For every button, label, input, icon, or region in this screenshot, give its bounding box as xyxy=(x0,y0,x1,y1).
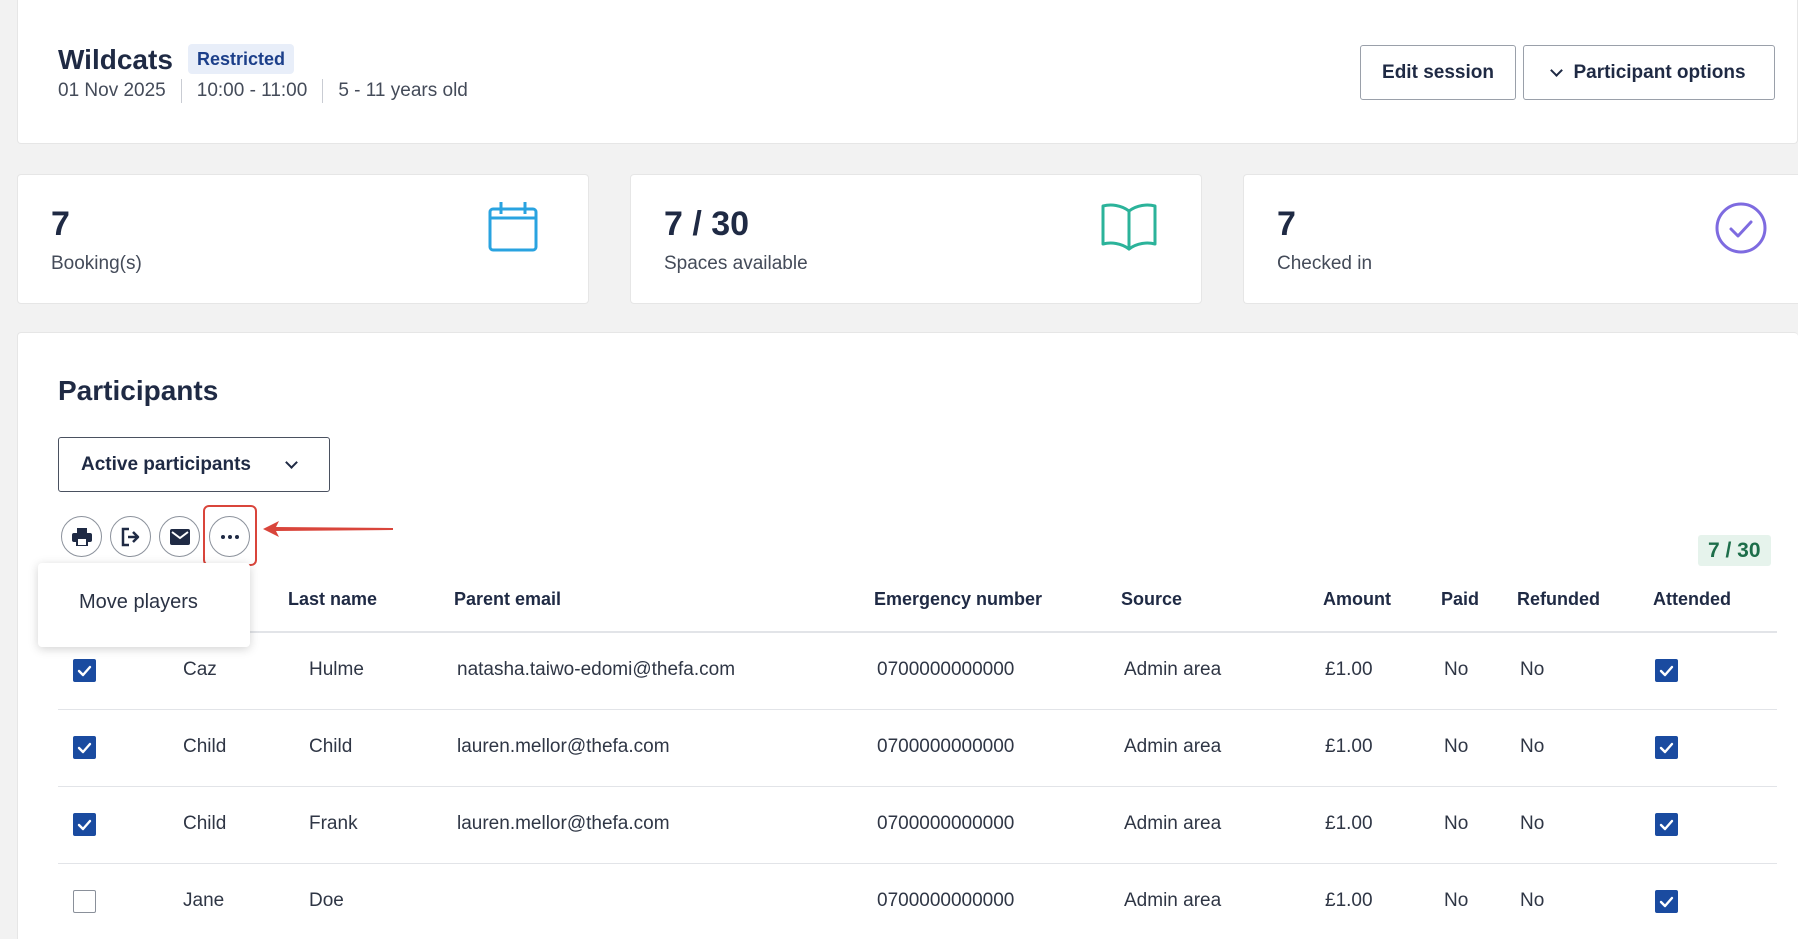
column-header-paid[interactable]: Paid xyxy=(1441,589,1479,610)
participant-options-label: Participant options xyxy=(1573,61,1746,83)
column-header-refunded[interactable]: Refunded xyxy=(1517,589,1600,610)
last-name-cell: Hulme xyxy=(309,659,364,680)
refunded-cell: No xyxy=(1520,659,1545,680)
amount-cell: £1.00 xyxy=(1325,890,1373,911)
email-icon xyxy=(169,528,190,545)
checkmark-icon xyxy=(1659,742,1674,753)
column-header-attended[interactable]: Attended xyxy=(1653,589,1731,610)
participant-filter-select[interactable]: Active participants xyxy=(58,437,330,492)
more-options-menu: Move players xyxy=(38,563,250,647)
export-icon xyxy=(121,527,139,546)
first-name-cell: Child xyxy=(183,813,227,834)
refunded-cell: No xyxy=(1520,813,1545,834)
last-name-cell: Frank xyxy=(309,813,358,834)
first-name-cell: Jane xyxy=(183,890,225,911)
participants-title: Participants xyxy=(58,375,219,406)
session-title: Wildcats xyxy=(58,44,173,75)
source-cell: Admin area xyxy=(1124,813,1222,834)
participant-options-button[interactable]: Participant options xyxy=(1523,45,1775,100)
chevron-down-icon xyxy=(285,455,298,469)
session-time: 10:00 - 11:00 xyxy=(180,79,323,103)
column-header-last-name[interactable]: Last name xyxy=(288,589,377,610)
bookings-label: Booking(s) xyxy=(51,253,142,274)
paid-cell: No xyxy=(1444,890,1469,911)
table-row: Child Child lauren.mellor@thefa.com 0700000… xyxy=(58,710,1777,787)
paid-cell: No xyxy=(1444,813,1469,834)
session-date: 01 Nov 2025 xyxy=(58,80,166,101)
participant-filter-value: Active participants xyxy=(81,453,251,475)
first-name-cell: Caz xyxy=(183,659,217,680)
paid-cell: No xyxy=(1444,659,1469,680)
calendar-icon xyxy=(488,202,538,252)
refunded-cell: No xyxy=(1520,890,1545,911)
parent-email-cell: lauren.mellor@thefa.com xyxy=(457,736,670,757)
table-row: Child Frank lauren.mellor@thefa.com 0700000… xyxy=(58,787,1777,864)
edit-session-button[interactable]: Edit session xyxy=(1360,45,1516,100)
amount-cell: £1.00 xyxy=(1325,813,1373,834)
amount-cell: £1.00 xyxy=(1325,659,1373,680)
parent-email-cell: lauren.mellor@thefa.com xyxy=(457,813,670,834)
row-select-checkbox[interactable] xyxy=(73,659,96,682)
refunded-cell: No xyxy=(1520,736,1545,757)
column-header-emergency-number[interactable]: Emergency number xyxy=(874,589,1042,610)
checked-in-label: Checked in xyxy=(1277,253,1373,274)
first-name-cell: Child xyxy=(183,736,227,757)
table-row: Jane Doe 0700000000000 Admin area £1.00 No No xyxy=(58,864,1777,939)
checked-in-stat-card: 7 Checked in xyxy=(1243,174,1798,304)
spaces-value: 7 / 30 xyxy=(664,205,750,243)
emergency-number-cell: 0700000000000 xyxy=(877,736,1015,757)
spaces-stat-card: 7 / 30 Spaces available xyxy=(630,174,1202,304)
print-icon xyxy=(71,527,92,546)
chevron-down-icon xyxy=(1550,63,1564,77)
checked-in-value: 7 xyxy=(1277,205,1296,243)
checkmark-icon xyxy=(1659,665,1674,676)
bookings-stat-card: 7 Booking(s) xyxy=(17,174,589,304)
checkmark-icon xyxy=(77,665,92,676)
amount-cell: £1.00 xyxy=(1325,736,1373,757)
column-header-amount[interactable]: Amount xyxy=(1323,589,1391,610)
email-button[interactable] xyxy=(159,516,200,557)
check-circle-icon xyxy=(1715,202,1767,254)
attended-checkbox[interactable] xyxy=(1655,890,1678,913)
book-icon xyxy=(1101,203,1157,251)
table-row: Caz Hulme natasha.taiwo-edomi@thefa.com 070… xyxy=(58,633,1777,710)
edit-session-label: Edit session xyxy=(1382,61,1494,83)
bookings-value: 7 xyxy=(51,205,70,243)
session-header: Wildcats Restricted 01 Nov 2025 10:00 - … xyxy=(17,0,1798,144)
checkmark-icon xyxy=(1659,819,1674,830)
attended-checkbox[interactable] xyxy=(1655,813,1678,836)
emergency-number-cell: 0700000000000 xyxy=(877,659,1015,680)
move-players-menu-item[interactable]: Move players xyxy=(79,591,198,614)
session-meta: 01 Nov 2025 10:00 - 11:00 5 - 11 years o… xyxy=(58,79,483,103)
column-header-source[interactable]: Source xyxy=(1121,589,1182,610)
column-header-parent-email[interactable]: Parent email xyxy=(454,589,561,610)
last-name-cell: Child xyxy=(309,736,353,757)
last-name-cell: Doe xyxy=(309,890,344,911)
row-select-checkbox[interactable] xyxy=(73,736,96,759)
row-select-checkbox[interactable] xyxy=(73,890,96,913)
export-button[interactable] xyxy=(110,516,151,557)
spaces-label: Spaces available xyxy=(664,253,808,274)
highlight-box xyxy=(203,505,257,566)
emergency-number-cell: 0700000000000 xyxy=(877,813,1015,834)
capacity-count-badge: 7 / 30 xyxy=(1698,535,1771,566)
session-age: 5 - 11 years old xyxy=(322,79,483,103)
row-select-checkbox[interactable] xyxy=(73,813,96,836)
participants-panel: Participants Active participants 7 / 30 … xyxy=(17,332,1798,939)
emergency-number-cell: 0700000000000 xyxy=(877,890,1015,911)
checkmark-icon xyxy=(77,742,92,753)
checkmark-icon xyxy=(1659,896,1674,907)
attended-checkbox[interactable] xyxy=(1655,736,1678,759)
source-cell: Admin area xyxy=(1124,736,1222,757)
parent-email-cell: natasha.taiwo-edomi@thefa.com xyxy=(457,659,736,680)
source-cell: Admin area xyxy=(1124,659,1222,680)
attended-checkbox[interactable] xyxy=(1655,659,1678,682)
source-cell: Admin area xyxy=(1124,890,1222,911)
paid-cell: No xyxy=(1444,736,1469,757)
checkmark-icon xyxy=(77,819,92,830)
restricted-badge: Restricted xyxy=(188,44,295,74)
print-button[interactable] xyxy=(61,516,102,557)
pointer-arrow-icon xyxy=(263,521,393,537)
